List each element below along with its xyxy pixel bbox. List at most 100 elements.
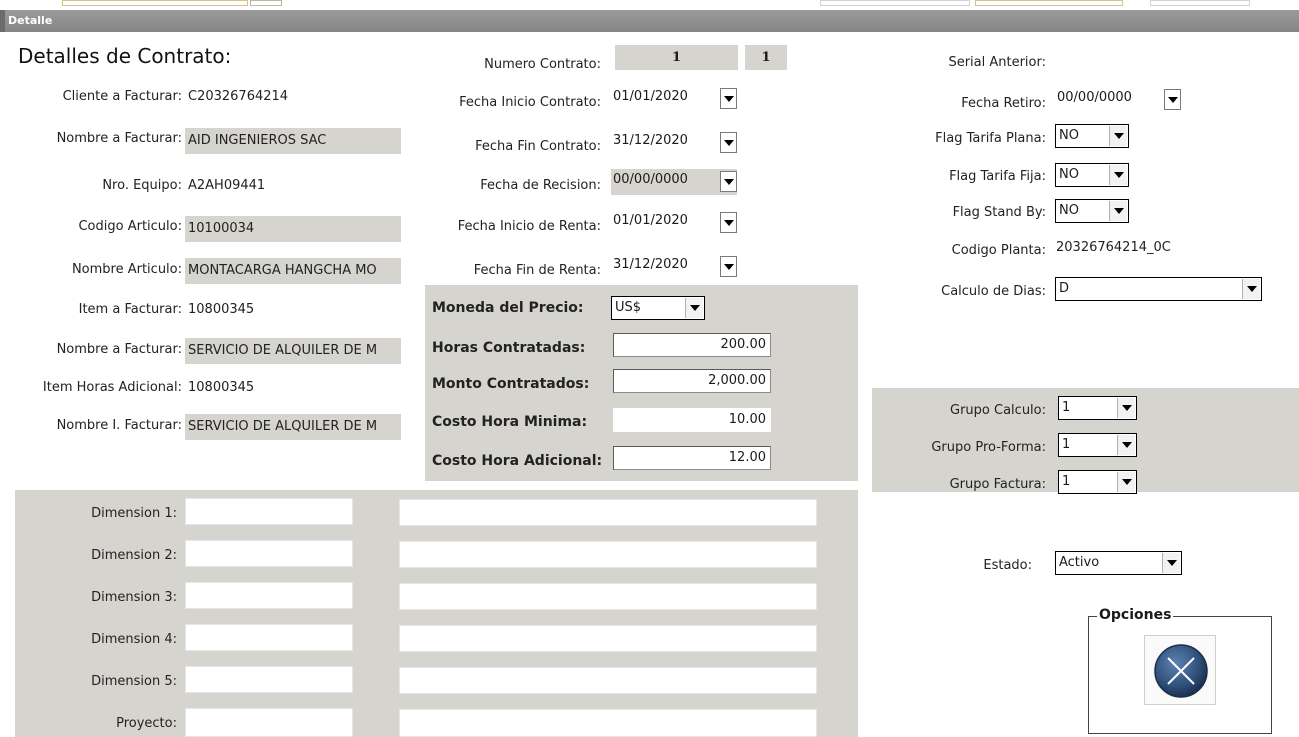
estado-value: Activo [1059,555,1100,570]
chevron-down-icon[interactable] [720,256,737,277]
dimension-desc-input[interactable] [399,499,817,526]
stand-by-select[interactable]: NO [1055,199,1129,223]
dimensions-panel [15,490,858,737]
chevron-down-icon[interactable] [1164,89,1181,110]
tarifa-fija-select[interactable]: NO [1055,163,1129,187]
opciones-legend: Opciones [1097,607,1174,623]
dimension-code-input[interactable] [185,666,353,693]
tarifa-plana-select[interactable]: NO [1055,124,1129,148]
dimension-desc-input[interactable] [399,583,817,610]
proyecto-code-input[interactable] [185,708,353,737]
dimension-desc-input[interactable] [399,667,817,694]
top-control [250,0,282,6]
fecha-inicio-renta-picker[interactable]: 01/01/2020 [611,210,737,236]
chevron-down-icon[interactable] [1117,398,1135,418]
dimension-code-input[interactable] [185,540,353,567]
dimension-code-input[interactable] [185,582,353,609]
dimension-desc-input[interactable] [399,541,817,568]
dimension-code-input[interactable] [185,498,353,525]
dimension-label: Dimension 2: [91,548,177,563]
fecha-retiro-label: Fecha Retiro: [961,96,1046,111]
chevron-down-icon[interactable] [1109,126,1127,146]
estado-label: Estado: [983,558,1032,573]
chevron-down-icon[interactable] [720,171,737,192]
moneda-select[interactable]: US$ [611,296,705,320]
dimension-label: Dimension 5: [91,674,177,689]
nro-equipo-label: Nro. Equipo: [102,178,182,193]
window-title: Detalle [0,10,1299,32]
grupo-calculo-value: 1 [1062,400,1071,415]
fecha-recision-value: 00/00/0000 [613,172,688,187]
fecha-fin-renta-value: 31/12/2020 [613,257,688,272]
codigo-articulo-field[interactable]: 10100034 [185,216,401,242]
chevron-down-icon[interactable] [1109,165,1127,185]
chevron-down-icon[interactable] [720,212,737,233]
fecha-inicio-label: Fecha Inicio Contrato: [459,95,601,110]
grupo-proforma-select[interactable]: 1 [1058,433,1137,457]
nombre-i-label: Nombre I. Facturar: [56,418,182,433]
chevron-down-icon[interactable] [720,88,737,109]
fecha-inicio-renta-value: 01/01/2020 [613,213,688,228]
chevron-down-icon[interactable] [685,298,703,318]
codigo-articulo-label: Codigo Articulo: [78,219,182,234]
grupo-factura-select[interactable]: 1 [1058,470,1137,494]
item-facturar-label: Item a Facturar: [78,302,182,317]
numero-contrato-field-2[interactable]: 1 [745,45,787,70]
chevron-down-icon[interactable] [1117,472,1135,492]
close-button[interactable] [1144,635,1216,705]
codigo-planta-value: 20326764214_0C [1056,240,1171,255]
tarifa-plana-value: NO [1059,128,1079,143]
chevron-down-icon[interactable] [1242,279,1260,299]
proyecto-label: Proyecto: [116,716,177,731]
nombre-facturar-field[interactable]: AID INGENIEROS SAC [185,128,401,154]
fecha-recision-label: Fecha de Recision: [480,178,601,193]
tarifa-plana-label: Flag Tarifa Plana: [935,131,1046,146]
chevron-down-icon[interactable] [1109,201,1127,221]
nro-equipo-value: A2AH09441 [188,178,266,193]
numero-contrato-label: Numero Contrato: [484,57,601,72]
estado-select[interactable]: Activo [1055,551,1182,575]
horas-label: Horas Contratadas: [432,340,586,356]
costo-min-input[interactable]: 10.00 [613,408,771,432]
tarifa-fija-label: Flag Tarifa Fija: [949,169,1046,184]
dimension-code-input[interactable] [185,624,353,651]
dimension-label: Dimension 3: [91,590,177,605]
grupo-calculo-select[interactable]: 1 [1058,396,1137,420]
stand-by-label: Flag Stand By: [952,205,1046,220]
top-control [1150,0,1250,6]
tarifa-fija-value: NO [1059,167,1079,182]
cliente-value: C20326764214 [188,89,289,104]
monto-input[interactable]: 2,000.00 [613,369,771,393]
chevron-down-icon[interactable] [1117,435,1135,455]
fecha-inicio-renta-label: Fecha Inicio de Renta: [457,219,601,234]
nombre-facturar2-field[interactable]: SERVICIO DE ALQUILER DE M [185,338,401,364]
chevron-down-icon[interactable] [720,132,737,153]
costo-adic-input[interactable]: 12.00 [613,446,771,470]
fecha-inicio-value: 01/01/2020 [613,89,688,104]
costo-min-label: Costo Hora Minima: [432,414,588,430]
calculo-dias-select[interactable]: D [1055,277,1262,301]
fecha-fin-renta-picker[interactable]: 31/12/2020 [611,254,737,280]
fecha-retiro-picker[interactable]: 00/00/0000 [1055,87,1181,113]
proyecto-desc-input[interactable] [399,709,817,737]
costo-adic-label: Costo Hora Adicional: [432,453,603,469]
moneda-value: US$ [615,300,642,315]
item-horas-label: Item Horas Adicional: [42,380,182,395]
item-facturar-value: 10800345 [188,302,255,317]
nombre-articulo-field[interactable]: MONTACARGA HANGCHA MO [185,258,401,284]
numero-contrato-field[interactable]: 1 [615,45,738,70]
nombre-i-field[interactable]: SERVICIO DE ALQUILER DE M [185,414,401,440]
horas-input[interactable]: 200.00 [613,333,771,357]
grupo-calculo-label: Grupo Calculo: [950,403,1046,418]
dimension-desc-input[interactable] [399,625,817,652]
grupo-factura-label: Grupo Factura: [949,477,1046,492]
fecha-fin-picker[interactable]: 31/12/2020 [611,130,737,156]
chevron-down-icon[interactable] [1162,553,1180,573]
fecha-inicio-picker[interactable]: 01/01/2020 [611,86,737,112]
grupo-factura-value: 1 [1062,474,1071,489]
monto-label: Monto Contratados: [432,376,590,392]
moneda-label: Moneda del Precio: [432,300,584,316]
page-title: Detalles de Contrato: [18,44,232,68]
fecha-recision-picker[interactable]: 00/00/0000 [611,169,737,195]
calculo-dias-label: Calculo de Dias: [941,284,1046,299]
